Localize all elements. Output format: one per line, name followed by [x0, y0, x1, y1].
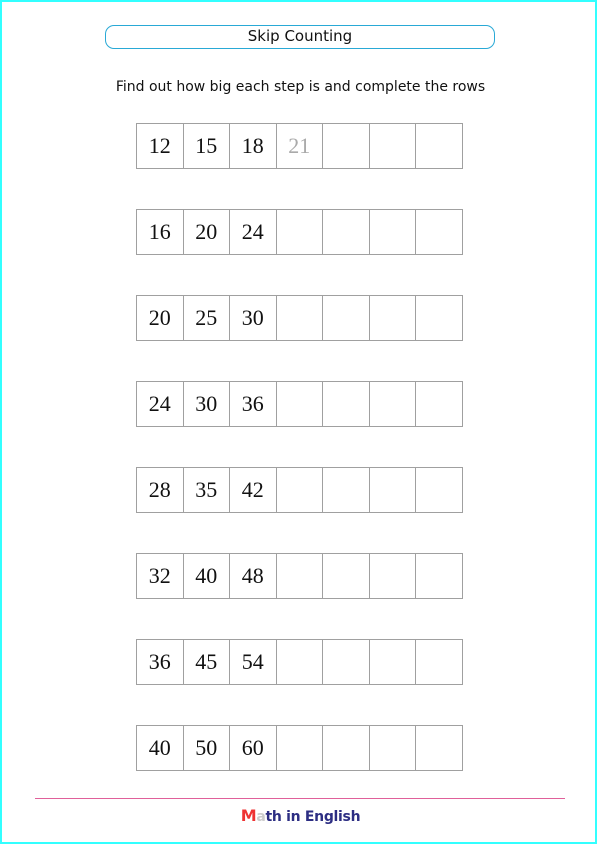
answer-cell[interactable]: [416, 124, 463, 168]
answer-cell[interactable]: [370, 296, 416, 340]
answer-cell[interactable]: [277, 382, 323, 426]
answer-cell[interactable]: [416, 210, 463, 254]
logo-text: th in English: [265, 809, 361, 825]
number-row: 24 30 36: [136, 381, 463, 427]
worksheet-page: Skip Counting Find out how big each step…: [0, 0, 597, 844]
number-row: 36 45 54: [136, 639, 463, 685]
given-number-cell: 24: [230, 210, 277, 254]
worksheet-title: Skip Counting: [105, 25, 495, 49]
answer-cell[interactable]: [416, 296, 463, 340]
given-number-cell: 40: [137, 726, 184, 770]
logo-letter-a: a: [256, 809, 266, 825]
given-number-cell: 60: [230, 726, 277, 770]
number-row: 32 40 48: [136, 553, 463, 599]
answer-cell[interactable]: [323, 382, 370, 426]
answer-cell[interactable]: [323, 554, 370, 598]
answer-cell[interactable]: [323, 124, 370, 168]
given-number-cell: 36: [137, 640, 184, 684]
answer-cell[interactable]: [370, 210, 416, 254]
given-number-cell: 32: [137, 554, 184, 598]
answer-cell[interactable]: [416, 640, 463, 684]
given-number-cell: 20: [184, 210, 230, 254]
given-number-cell: 24: [137, 382, 184, 426]
given-number-cell: 15: [184, 124, 230, 168]
answer-cell[interactable]: [323, 296, 370, 340]
answer-cell[interactable]: [323, 468, 370, 512]
given-number-cell: 12: [137, 124, 184, 168]
given-number-cell: 20: [137, 296, 184, 340]
given-number-cell: 35: [184, 468, 230, 512]
answer-cell[interactable]: [277, 210, 323, 254]
number-row: 12 15 18 21: [136, 123, 463, 169]
answer-cell[interactable]: [323, 726, 370, 770]
given-number-cell: 48: [230, 554, 277, 598]
answer-cell[interactable]: [370, 468, 416, 512]
answer-cell[interactable]: [277, 296, 323, 340]
number-row: 28 35 42: [136, 467, 463, 513]
given-number-cell: 42: [230, 468, 277, 512]
given-number-cell: 45: [184, 640, 230, 684]
answer-cell[interactable]: [416, 554, 463, 598]
answer-cell[interactable]: [370, 554, 416, 598]
answer-cell[interactable]: [277, 640, 323, 684]
number-row: 40 50 60: [136, 725, 463, 771]
answer-cell[interactable]: [370, 382, 416, 426]
answer-cell[interactable]: [323, 640, 370, 684]
given-number-cell: 40: [184, 554, 230, 598]
given-number-cell: 16: [137, 210, 184, 254]
answer-cell[interactable]: [370, 726, 416, 770]
given-number-cell: 18: [230, 124, 277, 168]
answer-cell[interactable]: [370, 640, 416, 684]
answer-cell[interactable]: [416, 468, 463, 512]
answer-cell[interactable]: [323, 210, 370, 254]
given-number-cell: 28: [137, 468, 184, 512]
answer-cell[interactable]: [277, 468, 323, 512]
math-in-english-logo: Math in English: [2, 806, 597, 825]
given-number-cell: 25: [184, 296, 230, 340]
given-number-cell: 36: [230, 382, 277, 426]
answer-cell[interactable]: [277, 726, 323, 770]
given-number-cell: 30: [184, 382, 230, 426]
answer-cell[interactable]: [416, 726, 463, 770]
given-number-cell: 30: [230, 296, 277, 340]
logo-letter-m: M: [240, 806, 257, 825]
given-number-cell: 54: [230, 640, 277, 684]
number-row: 16 20 24: [136, 209, 463, 255]
number-row: 20 25 30: [136, 295, 463, 341]
instructions-text: Find out how big each step is and comple…: [115, 79, 486, 95]
footer-divider: [35, 798, 565, 799]
answer-cell[interactable]: [277, 554, 323, 598]
given-number-cell: 50: [184, 726, 230, 770]
answer-cell[interactable]: [370, 124, 416, 168]
answer-cell[interactable]: [416, 382, 463, 426]
hint-number-cell: 21: [277, 124, 323, 168]
